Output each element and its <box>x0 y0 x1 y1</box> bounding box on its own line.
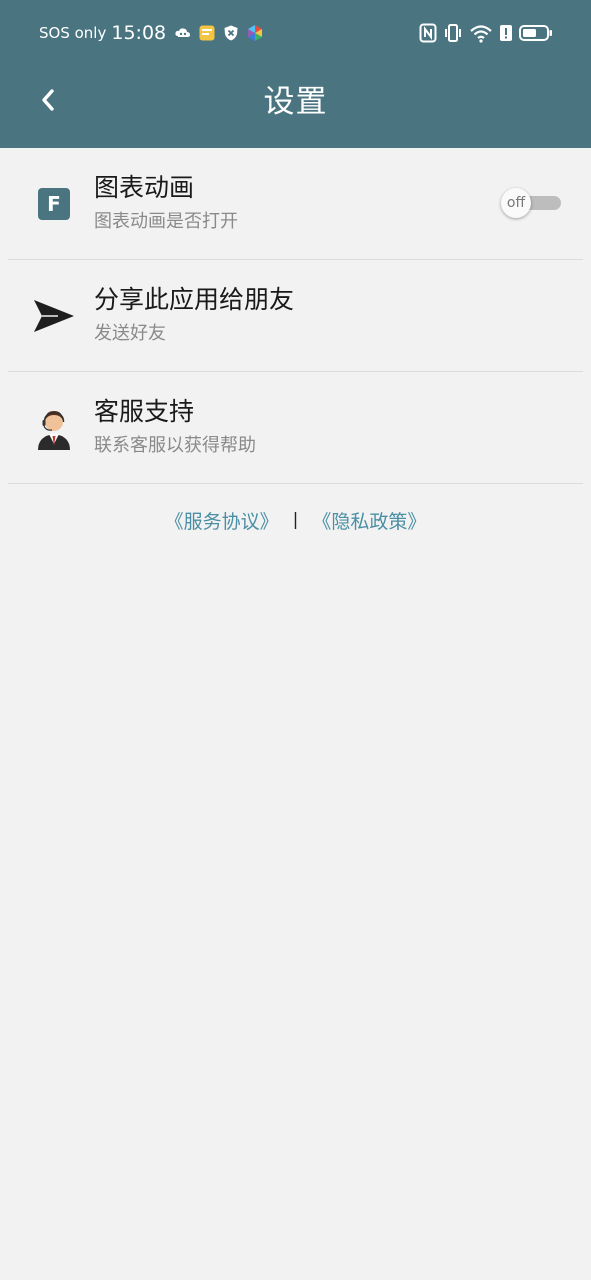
status-bar-left: SOS only 15:08 <box>39 20 270 46</box>
shield-x-icon <box>224 25 238 41</box>
support-agent-icon <box>32 406 76 450</box>
page-title: 设置 <box>263 84 328 120</box>
f-square-icon: F <box>32 182 76 226</box>
battery-icon <box>519 25 552 41</box>
cloud-gamepad-icon <box>175 28 191 37</box>
toggle-label: off <box>506 195 526 211</box>
notification-icons <box>174 24 270 42</box>
toggle-thumb: off <box>501 188 531 218</box>
alert-icon <box>500 25 512 41</box>
setting-subtitle: 图表动画是否打开 <box>94 211 238 232</box>
footer-links: 《服务协议》 | 《隐私政策》 <box>0 506 591 534</box>
wifi-icon <box>470 25 492 43</box>
send-icon <box>32 294 76 338</box>
setting-title: 分享此应用给朋友 <box>94 285 295 314</box>
header: SOS only 15:08 设置 <box>0 0 591 148</box>
colorful-app-icon <box>248 25 263 41</box>
chart-animation-toggle[interactable]: off <box>501 188 563 218</box>
setting-title: 图表动画 <box>94 173 195 202</box>
status-bar-right <box>413 20 553 46</box>
sos-indicator: SOS only <box>39 24 107 42</box>
footer-separator: | <box>292 510 299 530</box>
setting-customer-support[interactable]: 客服支持 联系客服以获得帮助 <box>8 372 583 484</box>
app-bar: 设置 <box>0 66 591 148</box>
setting-share-app[interactable]: 分享此应用给朋友 发送好友 <box>8 260 583 372</box>
terms-of-service-link[interactable]: 《服务协议》 <box>165 507 279 534</box>
setting-title: 客服支持 <box>94 397 195 426</box>
settings-list: F 图表动画 图表动画是否打开 off 分享此应用给朋友 发送好友 客服支持 联… <box>0 148 591 484</box>
setting-chart-animation[interactable]: F 图表动画 图表动画是否打开 off <box>8 148 583 260</box>
note-app-icon <box>199 25 215 41</box>
vibrate-icon <box>445 24 461 42</box>
setting-subtitle: 联系客服以获得帮助 <box>94 435 256 456</box>
nfc-icon <box>419 23 437 43</box>
clock: 15:08 <box>111 22 167 44</box>
setting-subtitle: 发送好友 <box>94 323 166 344</box>
status-bar: SOS only 15:08 <box>0 0 591 66</box>
privacy-policy-link[interactable]: 《隐私政策》 <box>312 507 426 534</box>
